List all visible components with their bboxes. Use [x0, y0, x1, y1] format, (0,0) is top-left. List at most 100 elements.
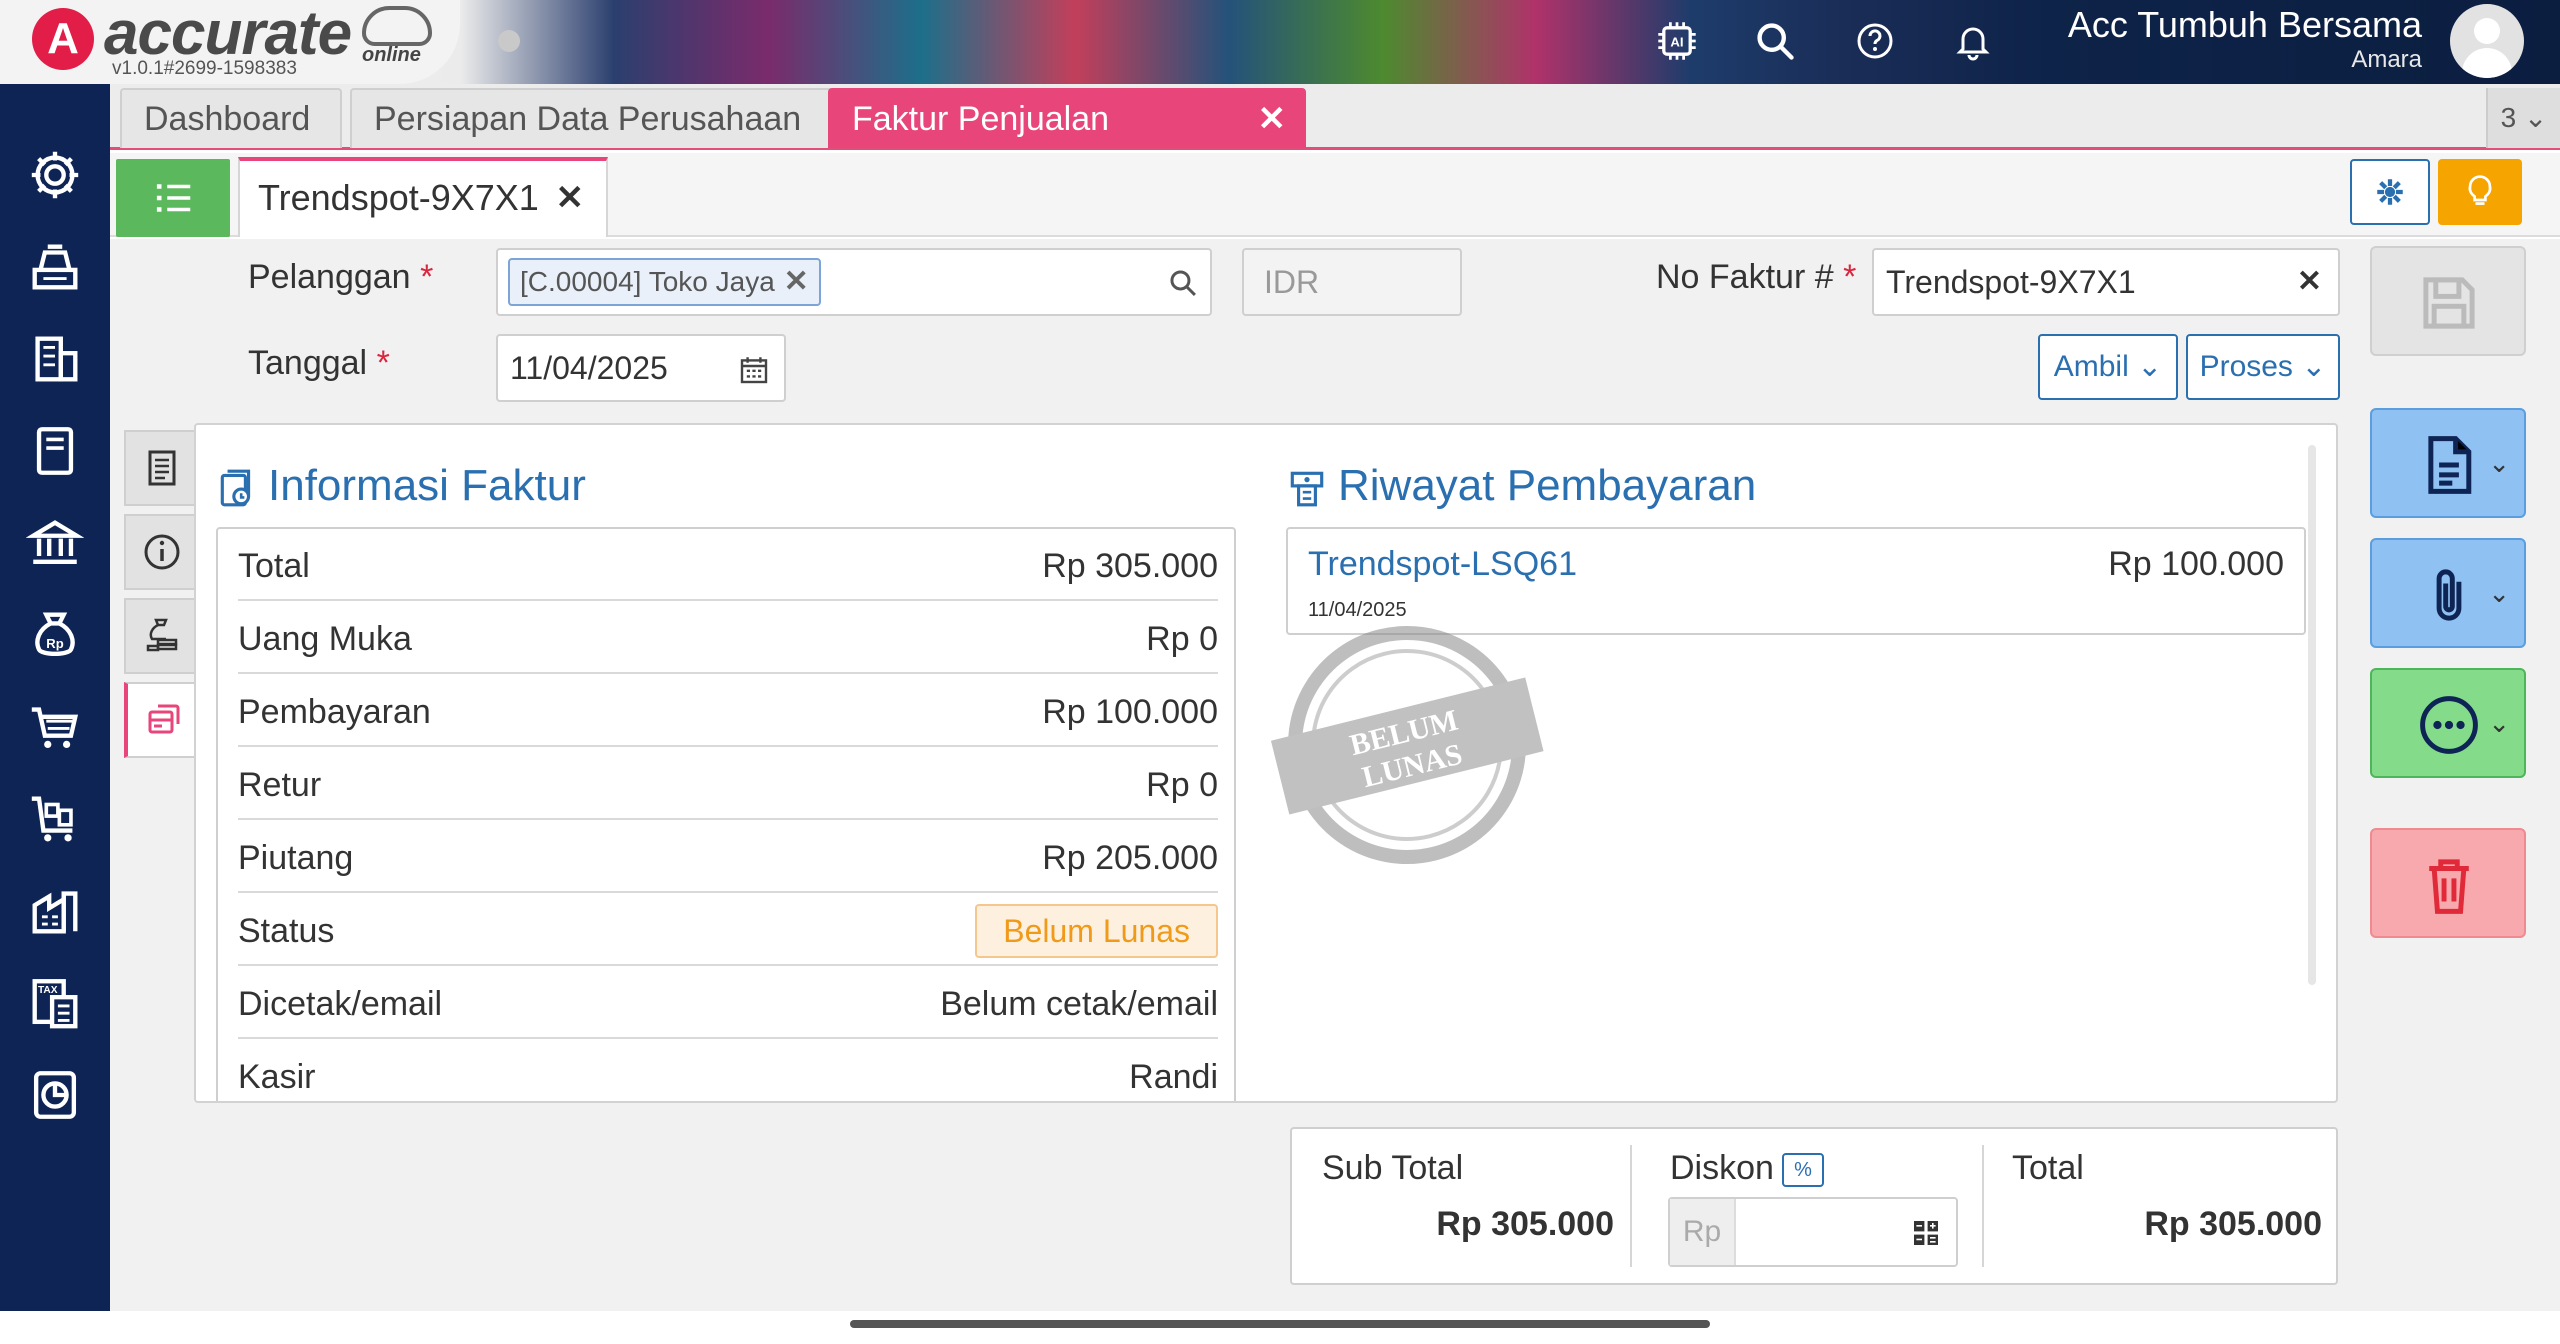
calendar-icon[interactable] [738, 354, 770, 386]
svg-text:TAX: TAX [38, 985, 58, 996]
settings-button[interactable] [2350, 159, 2430, 225]
tab-payment[interactable] [124, 598, 196, 674]
building-icon[interactable] [26, 330, 84, 388]
invoice-no-field[interactable]: Trendspot-9X7X1 ✕ [1872, 248, 2340, 316]
more-actions-button[interactable]: ⌄ [2370, 668, 2526, 778]
customer-field[interactable]: [C.00004] Toko Jaya ✕ [496, 248, 1212, 316]
sidebar: Rp TAX [0, 84, 110, 1311]
ai-chip-icon[interactable]: AI [1650, 14, 1704, 68]
chevron-down-icon: ⌄ [2488, 578, 2510, 608]
brand-sub: online [362, 44, 421, 66]
info-row-status: Status Belum Lunas [238, 894, 1218, 966]
avatar[interactable] [2450, 4, 2524, 78]
tips-button[interactable] [2438, 159, 2522, 225]
top-header: A accurate online v1.0.1#2699-1598383 AI… [0, 0, 2560, 84]
document-tab-label: Trendspot-9X7X1 [258, 177, 539, 218]
close-icon[interactable]: ✕ [556, 161, 585, 235]
cart-boxes-icon[interactable] [26, 790, 84, 848]
invoice-info-icon [220, 469, 251, 507]
report-chart-icon[interactable] [26, 1066, 84, 1124]
date-field[interactable]: 11/04/2025 [496, 334, 786, 402]
search-icon[interactable] [1166, 266, 1200, 300]
invoice-no-label: No Faktur # * [1656, 258, 1857, 296]
currency-field[interactable]: IDR [1242, 248, 1462, 316]
remove-chip-icon[interactable]: ✕ [784, 260, 809, 304]
status-dot [498, 30, 520, 52]
unpaid-stamp: BELUM LUNAS [1270, 626, 1544, 864]
more-icon [2420, 696, 2478, 754]
logo-area: A accurate online v1.0.1#2699-1598383 [0, 0, 460, 84]
cloud-icon [362, 6, 432, 46]
total-cell: Total Rp 305.000 [2012, 1149, 2322, 1243]
proses-button[interactable]: Proses ⌄ [2186, 334, 2340, 400]
save-button[interactable] [2370, 246, 2526, 356]
customer-label: Pelanggan * [248, 258, 434, 296]
panel-scrollbar[interactable] [2308, 445, 2316, 985]
chevron-down-icon: ⌄ [2488, 708, 2510, 738]
payment-item[interactable]: Trendspot-LSQ61 11/04/2025 Rp 100.000 [1286, 527, 2306, 635]
shopping-cart-icon[interactable] [26, 698, 84, 756]
search-icon[interactable] [1748, 14, 1802, 68]
paperclip-icon [2436, 569, 2462, 621]
date-label: Tanggal * [248, 344, 390, 382]
info-icon [144, 534, 180, 570]
payment-amount: Rp 100.000 [2108, 545, 2284, 583]
help-icon[interactable] [1848, 14, 1902, 68]
invoice-info-table: Total Rp 305.000 Uang Muka Rp 0 Pembayaran… [216, 527, 1236, 1101]
cash-register-icon[interactable] [26, 238, 84, 296]
home-indicator [850, 1320, 1710, 1328]
info-row-uang-muka: Uang Muka Rp 0 [238, 602, 1218, 674]
document-tabs: Trendspot-9X7X1 ✕ [110, 153, 2560, 237]
version-label: v1.0.1#2699-1598383 [112, 58, 297, 79]
close-icon[interactable]: ✕ [1258, 90, 1287, 148]
accurate-logo-icon[interactable]: A [32, 8, 94, 70]
invoice-info-title: Informasi Faktur [268, 461, 586, 510]
svg-text:Rp: Rp [46, 636, 63, 651]
save-icon [2423, 277, 2475, 329]
ledger-book-icon[interactable] [26, 422, 84, 480]
trash-icon [2429, 859, 2469, 914]
payment-number-link[interactable]: Trendspot-LSQ61 [1308, 545, 1577, 584]
money-bag-icon[interactable]: Rp [26, 606, 84, 664]
attachment-button[interactable]: ⌄ [2370, 538, 2526, 648]
tab-faktur-penjualan[interactable]: Faktur Penjualan ✕ [828, 88, 1306, 148]
info-row-kasir: Kasir Randi [238, 1058, 1218, 1096]
calculator-icon[interactable] [1910, 1217, 1942, 1249]
tab-label: Faktur Penjualan [852, 100, 1110, 138]
tab-dashboard[interactable]: Dashboard [120, 88, 342, 148]
tax-document-icon[interactable]: TAX [26, 974, 84, 1032]
info-row-piutang: Piutang Rp 205.000 [238, 821, 1218, 893]
warehouse-icon[interactable] [26, 882, 84, 940]
delete-button[interactable] [2370, 828, 2526, 938]
discount-cell: Diskon % Rp [1292, 1129, 1982, 1283]
customer-chip[interactable]: [C.00004] Toko Jaya ✕ [508, 258, 821, 306]
document-tab[interactable]: Trendspot-9X7X1 ✕ [238, 157, 608, 237]
print-document-button[interactable]: ⌄ [2370, 408, 2526, 518]
list-view-button[interactable] [116, 159, 230, 237]
bank-icon[interactable] [25, 514, 85, 572]
payment-history-title: Riwayat Pembayaran [1338, 461, 1757, 510]
chevron-down-icon: ⌄ [2488, 448, 2510, 478]
tab-info[interactable] [124, 514, 196, 590]
svg-text:AI: AI [1670, 35, 1683, 50]
info-row-retur: Retur Rp 0 [238, 748, 1218, 820]
invoice-status-icon [148, 704, 180, 734]
payment-date: 11/04/2025 [1308, 599, 1407, 621]
ambil-button[interactable]: Ambil ⌄ [2038, 334, 2178, 400]
bell-icon[interactable] [1946, 14, 2000, 68]
user-name: Amara [2351, 46, 2422, 73]
info-row-dicetak: Dicetak/email Belum cetak/email [238, 967, 1218, 1039]
payment-history-icon [1290, 471, 1324, 507]
settings-gear-icon[interactable] [26, 146, 84, 204]
clear-icon[interactable]: ✕ [2297, 250, 2322, 314]
tabs-count-dropdown[interactable]: 3 ⌄ [2486, 88, 2560, 148]
tab-detail[interactable] [124, 430, 196, 506]
company-name[interactable]: Acc Tumbuh Bersama [2068, 4, 2422, 46]
money-stack-icon [146, 618, 178, 652]
document-list-icon [148, 450, 176, 486]
discount-input[interactable]: Rp [1668, 1197, 1958, 1267]
tab-invoice-status[interactable] [124, 682, 196, 758]
info-row-pembayaran: Pembayaran Rp 100.000 [238, 675, 1218, 747]
total-value: Rp 305.000 [2144, 1205, 2322, 1243]
discount-percent-toggle[interactable]: % [1782, 1153, 1824, 1187]
